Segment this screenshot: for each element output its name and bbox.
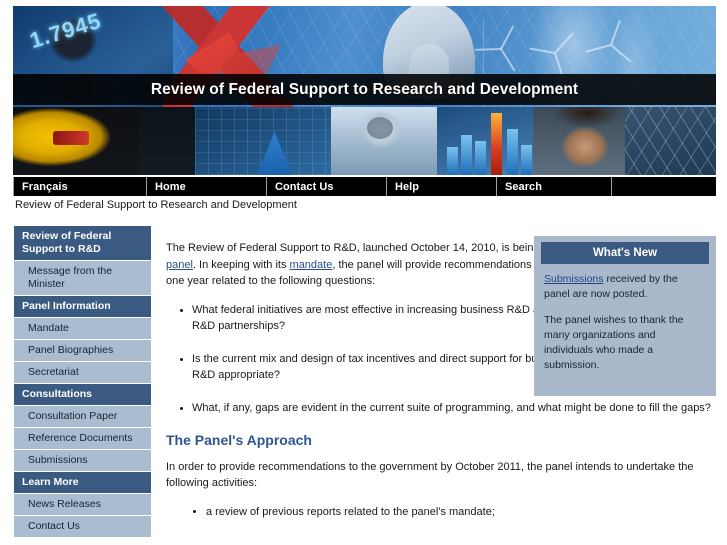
list-item: What, if any, gaps are evident in the cu… [192,400,716,417]
intro-text-2: . In keeping with its [192,258,290,271]
sidebar-item-submissions[interactable]: Submissions [14,450,151,472]
nav-item-search[interactable]: Search [497,177,612,196]
mandate-link[interactable]: mandate [290,259,333,271]
sidebar-item-consultation-paper[interactable]: Consultation Paper [14,406,151,428]
nav-item-francais[interactable]: Français [13,177,147,196]
sidebar-item-mandate[interactable]: Mandate [14,318,151,340]
network-web-image [625,107,716,175]
whats-new-body: Submissions received by the panel are no… [534,272,716,373]
sidebar-item-message-from-the-minister[interactable]: Message from the Minister [14,261,151,296]
sidebar-item-secretariat[interactable]: Secretariat [14,362,151,384]
nav-item-home[interactable]: Home [147,177,267,196]
activities-list: a review of previous reports related to … [166,504,716,521]
main-navigation: Français Home Contact Us Help Search [13,177,716,196]
sidebar-item-learn-more[interactable]: Learn More [14,472,151,494]
whats-new-item-2: The panel wishes to thank the many organ… [544,314,684,371]
list-item: a review of previous reports related to … [206,504,716,521]
bar-chart-image [437,107,541,175]
banner-lower-strip [13,107,716,175]
nav-item-empty [612,177,716,196]
dark-panel-image [139,107,201,175]
sidebar-item-reference-documents[interactable]: Reference Documents [14,428,151,450]
submissions-link[interactable]: Submissions [544,273,604,285]
sidebar-item-review-of-federal-support[interactable]: Review of Federal Support to R&D [14,226,151,261]
sidebar-item-news-releases[interactable]: News Releases [14,494,151,516]
line-graph-image [195,107,345,175]
panel-approach-heading: The Panel's Approach [166,432,312,448]
banner-title: Review of Federal Support to Research an… [13,74,716,105]
sidebar-item-panel-biographies[interactable]: Panel Biographies [14,340,151,362]
breadcrumb: Review of Federal Support to Research an… [15,199,297,211]
sidebar-item-contact-us[interactable]: Contact Us [14,516,151,538]
masked-researcher-image [331,107,443,175]
site-banner: 1.7945 Review of Federal Support to Rese… [13,6,716,175]
nav-item-help[interactable]: Help [387,177,497,196]
sidebar-item-consultations[interactable]: Consultations [14,384,151,406]
whats-new-heading: What's New [541,242,709,264]
sidebar-navigation: Review of Federal Support to R&D Message… [14,226,151,538]
panel-approach-intro: In order to provide recommendations to t… [166,460,694,490]
yellow-car-image [13,107,145,175]
nav-item-contact-us[interactable]: Contact Us [267,177,387,196]
whats-new-box: What's New Submissions received by the p… [534,236,716,396]
page-root: 1.7945 Review of Federal Support to Rese… [0,0,727,545]
sidebar-item-panel-information[interactable]: Panel Information [14,296,151,318]
whats-new-item-1: Submissions received by the panel are no… [544,272,706,302]
